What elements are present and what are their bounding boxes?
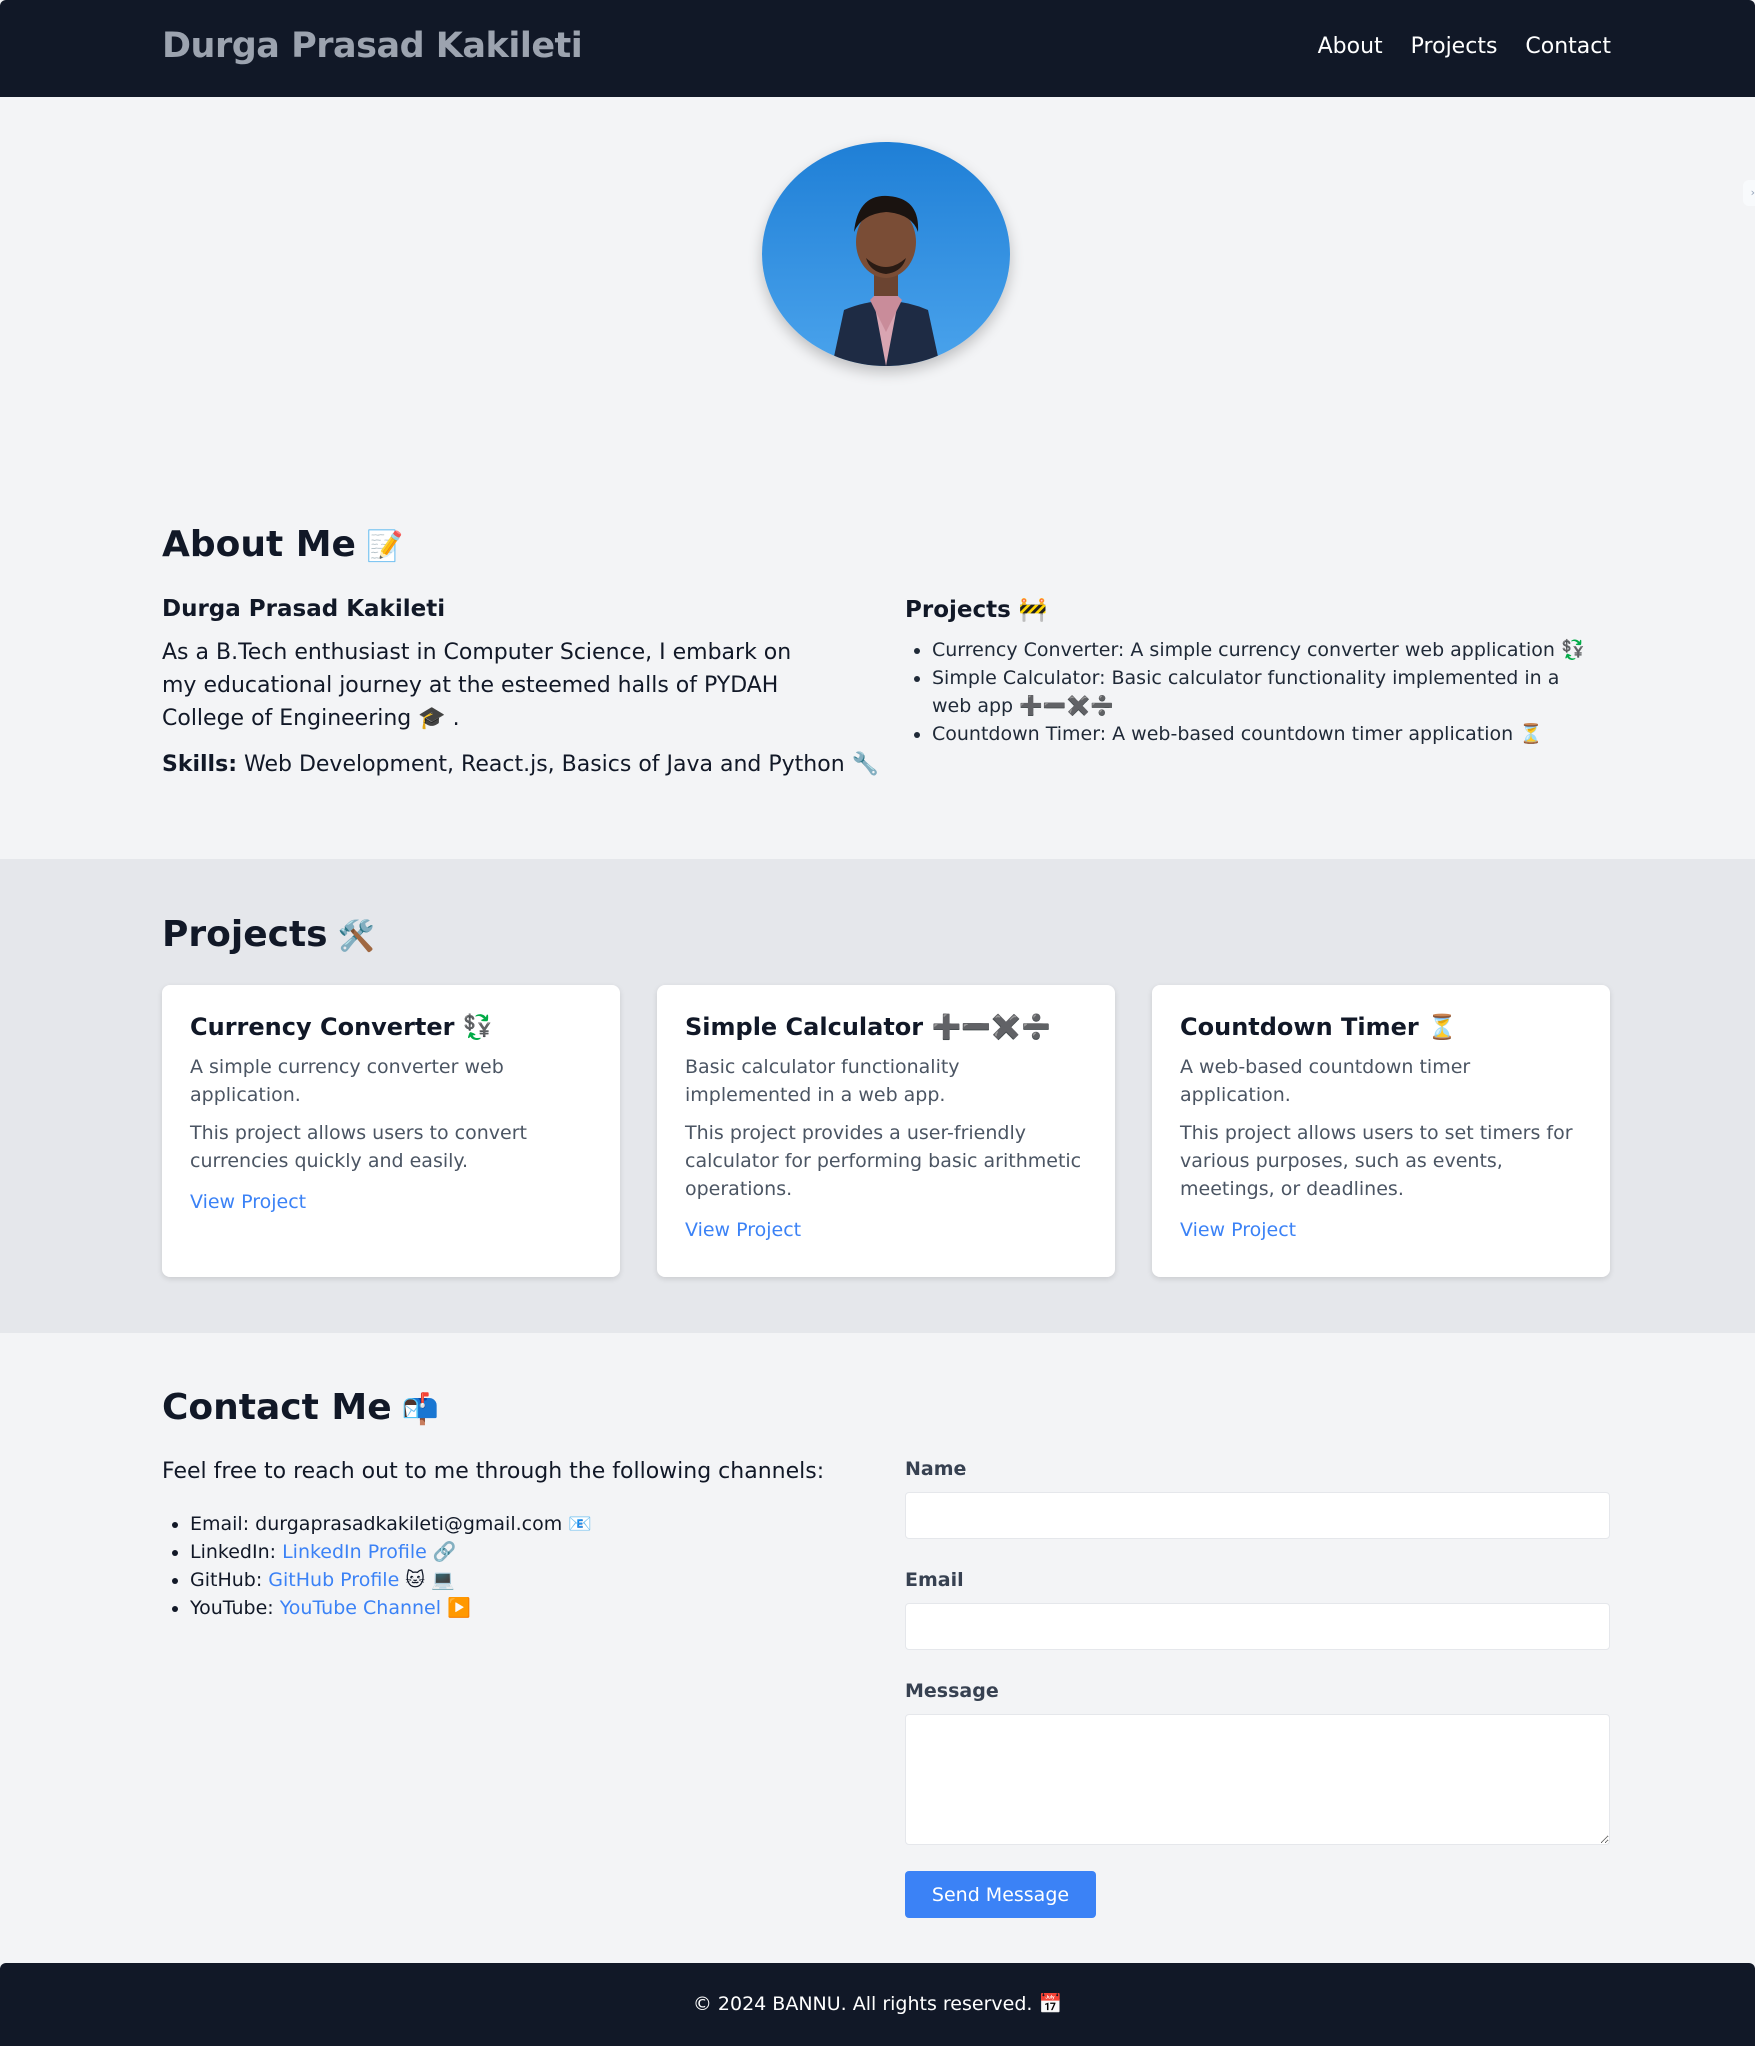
linkedin-profile-link[interactable]: LinkedIn Profile: [282, 1541, 427, 1563]
side-panel-handle[interactable]: ›: [1743, 180, 1755, 206]
list-item: Countdown Timer: A web-based countdown t…: [932, 720, 1602, 748]
project-card-calculator: Simple Calculator ➕➖✖️➗ Basic calculator…: [657, 985, 1115, 1277]
view-project-link[interactable]: View Project: [190, 1191, 306, 1213]
project-card-title: Simple Calculator ➕➖✖️➗: [685, 1013, 1052, 1041]
about-heading: About Me 📝: [162, 524, 403, 565]
email-field[interactable]: [905, 1603, 1610, 1650]
cat-laptop-icon: 🐱 💻: [399, 1569, 455, 1591]
contact-heading-text: Contact Me: [162, 1387, 392, 1428]
skills-value: Web Development, React.js, Basics of Jav…: [244, 752, 880, 777]
contact-intro: Feel free to reach out to me through the…: [162, 1459, 825, 1484]
about-projects-heading: Projects 🚧: [905, 597, 1048, 623]
nav-link-contact[interactable]: Contact: [1525, 34, 1611, 59]
youtube-channel-link[interactable]: YouTube Channel: [280, 1597, 441, 1619]
project-card-title: Countdown Timer ⏳: [1180, 1013, 1457, 1041]
skills-line: Skills: Web Development, React.js, Basic…: [162, 752, 879, 777]
list-item: Currency Converter: A simple currency co…: [932, 636, 1602, 664]
mailbox-icon: 📬: [401, 1392, 439, 1427]
contact-github-label: GitHub:: [190, 1569, 269, 1591]
view-project-link[interactable]: View Project: [1180, 1219, 1296, 1241]
project-card-summary: A simple currency converter web applicat…: [190, 1056, 504, 1106]
profile-avatar: [762, 142, 1010, 366]
play-icon: ▶️: [441, 1597, 471, 1619]
project-card-detail: This project allows users to set timers …: [1180, 1122, 1573, 1200]
project-card-summary: Basic calculator functionality implement…: [685, 1056, 960, 1106]
main-nav: About Projects Contact: [1318, 34, 1611, 59]
project-card-title: Currency Converter 💱: [190, 1013, 493, 1041]
name-field-label: Name: [905, 1458, 967, 1480]
nav-link-projects[interactable]: Projects: [1411, 34, 1498, 59]
projects-heading-text: Projects: [162, 914, 328, 955]
project-card-detail: This project provides a user-friendly ca…: [685, 1122, 1082, 1200]
contact-email-item: Email: durgaprasadkakileti@gmail.com 📧: [190, 1510, 592, 1538]
project-card-detail: This project allows users to convert cur…: [190, 1122, 527, 1172]
contact-linkedin-item: LinkedIn: LinkedIn Profile 🔗: [190, 1538, 592, 1566]
memo-icon: 📝: [365, 529, 404, 564]
contact-youtube-item: YouTube: YouTube Channel ▶️: [190, 1594, 592, 1622]
about-projects-list: Currency Converter: A simple currency co…: [932, 636, 1602, 748]
contact-linkedin-label: LinkedIn:: [190, 1541, 283, 1563]
list-item: Simple Calculator: Basic calculator func…: [932, 664, 1602, 720]
site-header: Durga Prasad Kakileti About Projects Con…: [0, 0, 1755, 97]
about-name: Durga Prasad Kakileti: [162, 596, 446, 622]
contact-heading: Contact Me 📬: [162, 1387, 439, 1428]
projects-heading: Projects 🛠️: [162, 914, 375, 955]
contact-channels: Email: durgaprasadkakileti@gmail.com 📧 L…: [190, 1510, 592, 1622]
project-card-currency: Currency Converter 💱 A simple currency c…: [162, 985, 620, 1277]
about-heading-text: About Me: [162, 524, 356, 565]
github-profile-link[interactable]: GitHub Profile: [268, 1569, 399, 1591]
contact-form: Name Email Message Send Message: [905, 1458, 1610, 1918]
contact-github-item: GitHub: GitHub Profile 🐱 💻: [190, 1566, 592, 1594]
nav-link-about[interactable]: About: [1318, 34, 1383, 59]
email-field-label: Email: [905, 1569, 964, 1591]
site-footer: © 2024 BANNU. All rights reserved. 📅: [0, 1963, 1755, 2046]
profile-photo: [762, 142, 1010, 366]
about-bio: As a B.Tech enthusiast in Computer Scien…: [162, 640, 792, 731]
contact-email-label: Email:: [190, 1513, 256, 1535]
site-brand[interactable]: Durga Prasad Kakileti: [162, 26, 583, 66]
view-project-link[interactable]: View Project: [685, 1219, 801, 1241]
message-field-label: Message: [905, 1680, 999, 1702]
name-field[interactable]: [905, 1492, 1610, 1539]
link-icon: 🔗: [426, 1541, 457, 1563]
project-card-summary: A web-based countdown timer application.: [1180, 1056, 1471, 1106]
send-message-button[interactable]: Send Message: [905, 1871, 1096, 1918]
contact-email-value: durgaprasadkakileti@gmail.com 📧: [255, 1513, 592, 1535]
message-field[interactable]: [905, 1714, 1610, 1845]
contact-youtube-label: YouTube:: [190, 1597, 280, 1619]
footer-copyright: © 2024 BANNU. All rights reserved. 📅: [692, 1993, 1063, 2015]
tools-icon: 🛠️: [337, 919, 375, 954]
project-card-timer: Countdown Timer ⏳ A web-based countdown …: [1152, 985, 1610, 1277]
skills-label: Skills:: [162, 752, 237, 777]
